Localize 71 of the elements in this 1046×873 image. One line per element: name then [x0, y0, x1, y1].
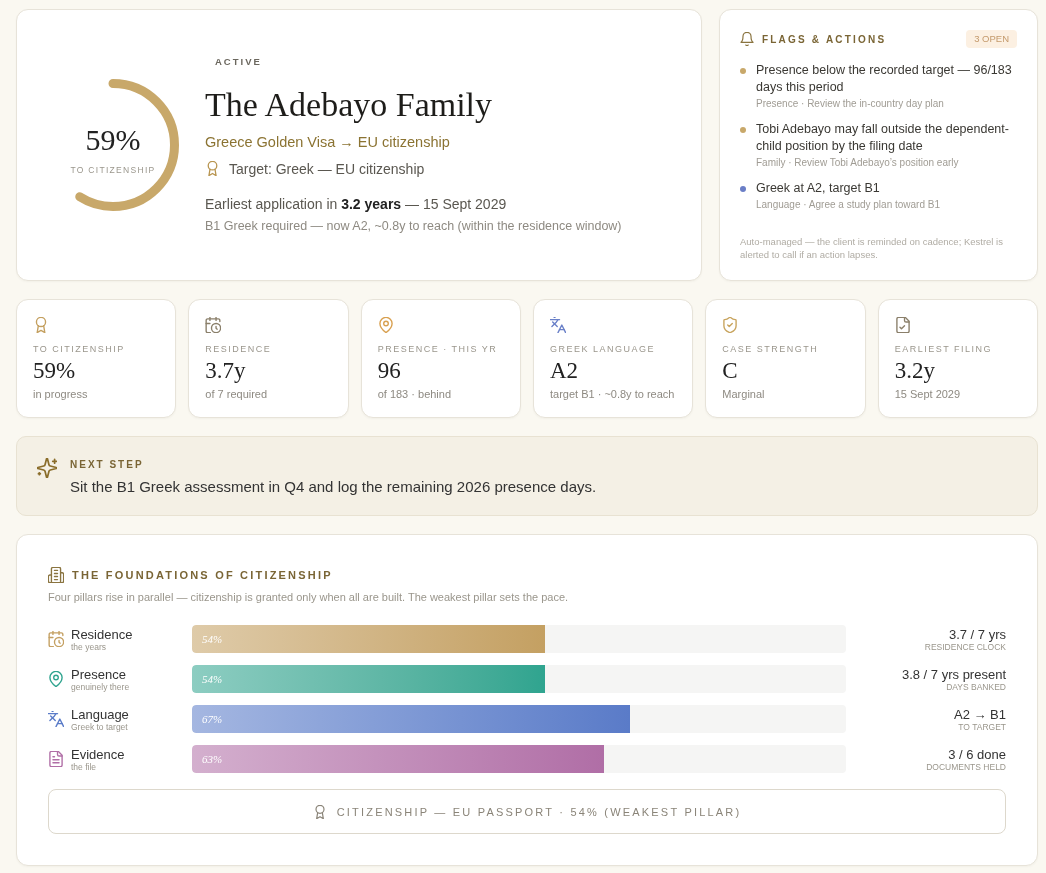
- flag-detail: Language · Agree a study plan toward B1: [756, 198, 941, 212]
- sparkle-icon: [37, 458, 57, 478]
- route-text: Greece Golden Visa → EU citizenship: [205, 132, 451, 152]
- stat-subtext: of 183 · behind: [377, 387, 452, 401]
- shield-check-icon: [722, 317, 739, 333]
- stat-subtext: in progress: [33, 387, 88, 401]
- percent-label: 54%: [201, 673, 223, 685]
- stat-value: C: [722, 358, 738, 384]
- family-title: The Adebayo Family: [205, 84, 494, 125]
- stat-value: 3.2y: [894, 358, 935, 384]
- summary-text: CITIZENSHIP — EU PASSPORT · 54% (WEAKEST PILLAR): [336, 805, 742, 818]
- award-icon: [205, 161, 220, 176]
- next-step-label: NEXT STEP: [70, 458, 145, 471]
- stat-label: EARLIEST FILING: [894, 343, 992, 355]
- pillar-value: 3 / 6 done: [948, 746, 1006, 762]
- percent-label: 54%: [201, 633, 223, 645]
- flag-title: Greek at A2, target B1: [756, 180, 881, 197]
- pillar-name: Residence: [71, 626, 133, 642]
- pillar-subtitle: the file: [71, 761, 98, 772]
- stat-subtext: of 7 required: [205, 387, 268, 401]
- flag-title: Tobi Adebayo may fall outside the dependent-child position by the filing date: [756, 121, 1010, 155]
- pillar-caption: DAYS BANKED: [946, 681, 1006, 692]
- award-icon: [33, 317, 49, 333]
- stat-value: 3.7y: [205, 358, 246, 384]
- percent-label: 67%: [201, 713, 223, 725]
- next-step-text: Sit the B1 Greek assessment in Q4 and log the remaining 2026 presence days.: [70, 477, 597, 497]
- stat-label: TO CITIZENSHIP: [33, 343, 125, 355]
- stat-label: RESIDENCE: [205, 343, 272, 355]
- stat-value: A2: [550, 358, 579, 384]
- ring-label: TO CITIZENSHIP: [70, 165, 156, 176]
- translate-icon: [550, 317, 566, 333]
- pillar-caption: TO TARGET: [958, 721, 1006, 732]
- file-check-icon: [894, 317, 911, 333]
- stat-subtext: target B1 · ~0.8y to reach: [550, 387, 675, 401]
- status-label: ACTIVE: [214, 55, 262, 68]
- pillar-name: Evidence: [71, 746, 125, 762]
- pillar-value: A2 → B1: [953, 706, 1006, 722]
- map-pin-icon: [377, 317, 394, 333]
- percent-label: 63%: [201, 753, 223, 765]
- language-note: B1 Greek required — now A2, ~0.8y to reach (within the residence window): [205, 217, 622, 235]
- flag-detail: Presence · Review the in-country day plan: [756, 97, 945, 111]
- flag-detail: Family · Review Tobi Adebayo’s position early: [756, 156, 960, 170]
- pillar-subtitle: the years: [71, 641, 107, 652]
- stat-value: 59%: [33, 358, 76, 384]
- pillar-name: Presence: [71, 666, 127, 682]
- stat-subtext: Marginal: [722, 387, 765, 401]
- pillar-value: 3.7 / 7 yrs: [948, 626, 1006, 642]
- ring-percent: 59%: [85, 125, 141, 155]
- pillar-subtitle: Greek to target: [71, 721, 129, 732]
- target-text: Target: Greek — EU citizenship: [229, 159, 425, 179]
- pillar-value: 3.8 / 7 yrs present: [901, 666, 1006, 682]
- building-icon: [48, 567, 64, 583]
- stat-subtext: 15 Sept 2029: [894, 387, 961, 401]
- bell-icon: [740, 32, 754, 46]
- flag-title: Presence below the recorded target — 96/183 days this period: [756, 62, 1013, 96]
- earliest-application-text: Earliest application in 3.2 years — 15 Sept 2029: [205, 194, 508, 214]
- stat-label: CASE STRENGTH: [722, 343, 819, 355]
- pillar-name: Language: [71, 706, 129, 722]
- stat-label: PRESENCE · THIS YR: [377, 343, 498, 355]
- count-badge: 3 OPEN: [966, 30, 1017, 48]
- foundations-title: THE FOUNDATIONS OF CITIZENSHIP: [72, 569, 333, 581]
- pillar-caption: RESIDENCE CLOCK: [924, 641, 1006, 652]
- stat-label: GREEK LANGUAGE: [550, 343, 655, 355]
- award-icon: [312, 804, 327, 819]
- foundations-description: Four pillars rise in parallel — citizenship is granted only when all are built. The weakest pillar sets the pace.: [48, 590, 570, 604]
- calendar-clock-icon: [205, 317, 222, 333]
- stat-value: 96: [377, 358, 401, 384]
- pillar-caption: DOCUMENTS HELD: [926, 761, 1006, 772]
- flags-title: FLAGS & ACTIONS: [762, 33, 887, 45]
- flags-footer-note: Auto-managed — the client is reminded on cadence; Kestrel is alerted to call if an action lapses.: [740, 235, 1004, 261]
- pillar-subtitle: genuinely there: [71, 681, 130, 692]
